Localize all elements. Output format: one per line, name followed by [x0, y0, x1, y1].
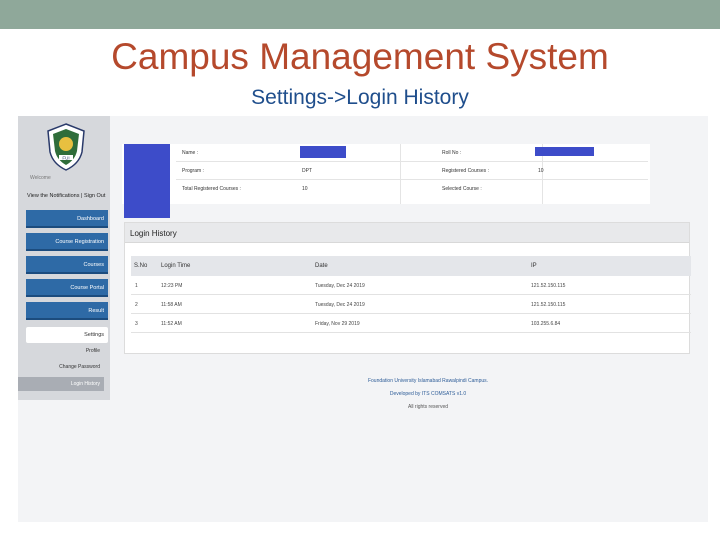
nav-dashboard[interactable]: Dashboard	[26, 210, 108, 228]
cell-login-time: 11:58 AM	[161, 302, 182, 308]
logo-text: FUI	[62, 156, 69, 161]
cell-login-time: 12:23 PM	[161, 283, 183, 289]
welcome-text: Welcome	[30, 175, 51, 181]
footer-rights: All rights reserved	[407, 404, 448, 410]
nav-course-portal[interactable]: Course Portal	[26, 279, 108, 297]
selected-label: Selected Course :	[442, 186, 482, 192]
sidebar: FUI Welcome View the Notifications | Sig…	[18, 116, 110, 400]
sub-item-profile[interactable]: Profile	[18, 348, 104, 354]
table-row: 1 12:23 PM Tuesday, Dec 24 2019 121.52.1…	[131, 276, 691, 295]
cell-ip: 121.52.150.115	[531, 283, 566, 289]
notification-line: View the Notifications | Sign Out	[27, 193, 105, 199]
info-row-program: Program : DPT Registered Courses : 10	[176, 162, 648, 180]
sign-out-link[interactable]: Sign Out	[84, 193, 105, 199]
student-photo-redacted	[124, 144, 170, 218]
footer-university: Foundation University Islamabad Rawalpin…	[367, 378, 489, 384]
cell-sno: 2	[135, 302, 138, 308]
cell-date: Tuesday, Dec 24 2019	[315, 283, 365, 289]
nav-settings[interactable]: Settings	[26, 327, 108, 343]
roll-redacted	[535, 147, 594, 156]
registered-value: 10	[538, 168, 544, 174]
cell-date: Friday, Nov 29 2019	[315, 321, 360, 327]
notifications-link[interactable]: View the Notifications	[27, 193, 79, 199]
table-row: 2 11:58 AM Tuesday, Dec 24 2019 121.52.1…	[131, 295, 691, 314]
col-login-time: Login Time	[161, 263, 191, 269]
login-history-panel: Login History S.No Login Time Date IP 1 …	[124, 222, 691, 354]
nav-courses[interactable]: Courses	[26, 256, 108, 274]
nav-result[interactable]: Result	[26, 302, 108, 320]
slide-title: Campus Management System	[111, 36, 609, 77]
name-redacted	[300, 146, 346, 158]
link-separator: |	[81, 193, 83, 199]
table-header: S.No Login Time Date IP	[131, 256, 691, 276]
cell-sno: 3	[135, 321, 138, 327]
col-sno: S.No	[134, 263, 148, 269]
university-logo-icon: FUI	[47, 123, 85, 171]
cell-sno: 1	[135, 283, 138, 289]
roll-label: Roll No :	[442, 150, 462, 156]
col-ip: IP	[531, 263, 537, 269]
cell-ip: 103.255.6.84	[531, 321, 561, 327]
col-date: Date	[315, 263, 328, 269]
registered-label: Registered Courses :	[442, 168, 489, 174]
name-label: Name :	[182, 150, 199, 156]
program-value: DPT	[302, 168, 312, 174]
nav-course-registration[interactable]: Course Registration	[26, 233, 108, 251]
total-value: 10	[302, 186, 308, 192]
cell-login-time: 11:52 AM	[161, 321, 182, 327]
login-history-title: Login History	[125, 223, 689, 243]
cell-date: Tuesday, Dec 24 2019	[315, 302, 365, 308]
app-screenshot: FUI Welcome View the Notifications | Sig…	[18, 116, 708, 522]
total-label: Total Registered Courses :	[182, 186, 241, 192]
program-label: Program :	[182, 168, 204, 174]
footer-developer: Developed by ITS COMSATS v1.0	[389, 391, 467, 397]
top-band	[0, 0, 720, 29]
table-row: 3 11:52 AM Friday, Nov 29 2019 103.255.6…	[131, 314, 691, 333]
slide-subtitle: Settings->Login History	[251, 86, 469, 109]
cell-ip: 121.52.150.115	[531, 302, 566, 308]
sub-item-login-history[interactable]: Login History	[18, 377, 104, 391]
sub-item-change-password[interactable]: Change Password	[18, 364, 104, 370]
info-row-total: Total Registered Courses : 10 Selected C…	[176, 180, 648, 198]
